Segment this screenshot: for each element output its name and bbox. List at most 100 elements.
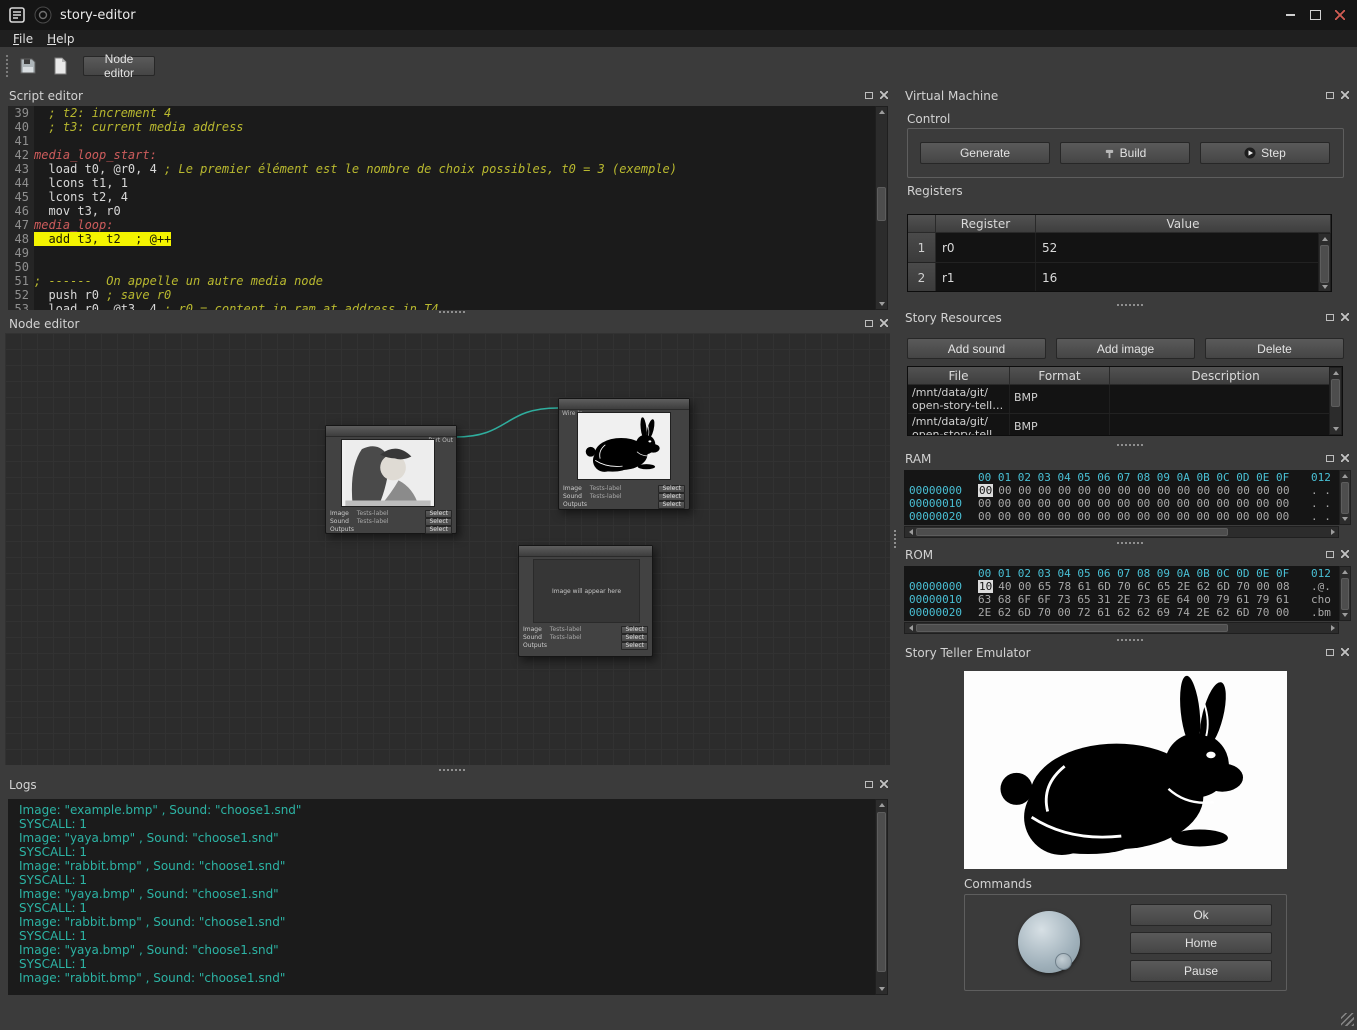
resource-row[interactable]: /mnt/data/git/ open-story-tell… BMP [908,414,1342,436]
scroll-right-icon[interactable] [1327,527,1338,537]
resource-row[interactable]: /mnt/data/git/ open-story-tell… BMP [908,385,1342,414]
build-button[interactable]: Build [1060,142,1190,164]
scrollbar-thumb[interactable] [1341,482,1349,514]
float-icon[interactable] [865,781,873,788]
selected-byte[interactable]: 00 [978,484,993,497]
step-button[interactable]: Step [1200,142,1330,164]
scroll-up-icon[interactable] [876,800,887,810]
maximize-button[interactable] [1304,5,1326,25]
panel-title[interactable]: RAM [901,451,1351,468]
generate-button[interactable]: Generate [920,142,1050,164]
value-column-header[interactable]: Value [1036,215,1331,233]
scrollbar-thumb[interactable] [916,528,1228,536]
horizontal-scrollbar[interactable] [904,622,1339,634]
scroll-left-icon[interactable] [905,527,916,537]
add-image-button[interactable]: Add image [1056,338,1195,359]
float-icon[interactable] [865,320,873,327]
select-sound-button[interactable]: Select [658,493,685,501]
menu-file[interactable]: File [6,31,40,47]
log-output[interactable]: Image: "example.bmp" , Sound: "choose1.s… [8,799,875,995]
register-column-header[interactable]: Register [936,215,1036,233]
node-editor-toggle[interactable]: Node editor [83,56,155,76]
toolbar-handle[interactable] [5,54,9,78]
new-file-button[interactable] [47,53,73,79]
node-image-thumbnail[interactable] [341,439,435,507]
description-column-header[interactable]: Description [1110,367,1342,385]
splitter-handle[interactable] [5,309,890,315]
panel-title[interactable]: Story Resources [901,310,1351,327]
hex-view[interactable]: 00 01 02 03 04 05 06 07 08 09 0A 0B 0C 0… [904,470,1339,525]
node-canvas[interactable]: Port Out ImageTests-labelSelect SoundTes… [5,333,890,765]
select-image-button[interactable]: Select [621,626,648,634]
menu-help[interactable]: Help [40,31,81,47]
scrollbar-thumb[interactable] [1341,578,1349,610]
file-column-header[interactable]: File [908,367,1010,385]
scroll-down-icon[interactable] [1319,282,1330,292]
home-button[interactable]: Home [1130,932,1272,954]
float-icon[interactable] [1326,314,1334,321]
outputs-button[interactable]: Select [621,642,648,650]
scrollbar-thumb[interactable] [916,624,1228,632]
scroll-left-icon[interactable] [905,623,916,633]
float-icon[interactable] [1326,455,1334,462]
outputs-button[interactable]: Select [658,501,685,509]
ok-button[interactable]: Ok [1130,904,1272,926]
scroll-right-icon[interactable] [1327,623,1338,633]
add-sound-button[interactable]: Add sound [907,338,1046,359]
splitter-handle[interactable] [901,637,1351,643]
float-icon[interactable] [865,92,873,99]
horizontal-scrollbar[interactable] [904,526,1339,538]
scroll-up-icon[interactable] [1340,567,1350,577]
scroll-up-icon[interactable] [876,107,887,117]
corner-header[interactable] [908,215,936,233]
scrollbar-thumb[interactable] [877,812,886,972]
pause-button[interactable]: Pause [1130,960,1272,982]
save-button[interactable] [15,53,41,79]
scroll-up-icon[interactable] [1319,234,1330,244]
outputs-button[interactable]: Select [425,526,452,534]
media-node-1[interactable]: Port Out ImageTests-labelSelect SoundTes… [325,425,457,534]
register-row[interactable]: 1 r0 52 [908,233,1331,263]
float-icon[interactable] [1326,92,1334,99]
close-icon[interactable] [880,319,888,327]
panel-title[interactable]: Node editor [5,316,890,333]
select-image-button[interactable]: Select [658,485,685,493]
node-title-bar[interactable] [519,546,652,557]
knob-indicator-icon[interactable] [1055,953,1072,970]
scrollbar-thumb[interactable] [877,187,886,221]
media-node-3[interactable]: Image will appear here ImageTests-labelS… [518,545,653,657]
float-icon[interactable] [1326,551,1334,558]
hex-view[interactable]: 00 01 02 03 04 05 06 07 08 09 0A 0B 0C 0… [904,566,1339,621]
vertical-scrollbar[interactable] [875,799,888,995]
scroll-down-icon[interactable] [1340,610,1350,620]
close-icon[interactable] [880,91,888,99]
scroll-down-icon[interactable] [1330,424,1341,434]
close-icon[interactable] [1341,454,1349,462]
select-sound-button[interactable]: Select [621,634,648,642]
panel-title[interactable]: Story Teller Emulator [901,645,1351,662]
scroll-up-icon[interactable] [1340,471,1350,481]
selected-byte[interactable]: 10 [978,580,993,593]
size-grip[interactable] [1341,1013,1354,1026]
close-icon[interactable] [880,780,888,788]
float-icon[interactable] [1326,649,1334,656]
scrollbar-thumb[interactable] [1331,379,1340,407]
panel-title[interactable]: Virtual Machine [901,88,1351,105]
splitter-handle[interactable] [901,302,1351,308]
close-button[interactable] [1329,5,1351,25]
minimize-button[interactable] [1279,5,1301,25]
node-image-thumbnail[interactable] [577,412,671,480]
close-icon[interactable] [1341,313,1349,321]
close-icon[interactable] [1341,648,1349,656]
panel-title[interactable]: Script editor [5,88,890,105]
vertical-scrollbar[interactable] [875,106,888,310]
scroll-down-icon[interactable] [876,299,887,309]
vertical-scrollbar[interactable] [1339,470,1351,525]
title-bar[interactable]: story-editor [0,0,1357,30]
media-node-2[interactable]: Wire In ImageTests-labelSelect SoundTest… [558,398,690,510]
vertical-scrollbar[interactable] [1339,566,1351,621]
splitter-handle[interactable] [890,84,901,1030]
scroll-down-icon[interactable] [876,984,887,994]
vertical-scrollbar[interactable] [1318,233,1331,292]
vertical-scrollbar[interactable] [1329,367,1342,435]
